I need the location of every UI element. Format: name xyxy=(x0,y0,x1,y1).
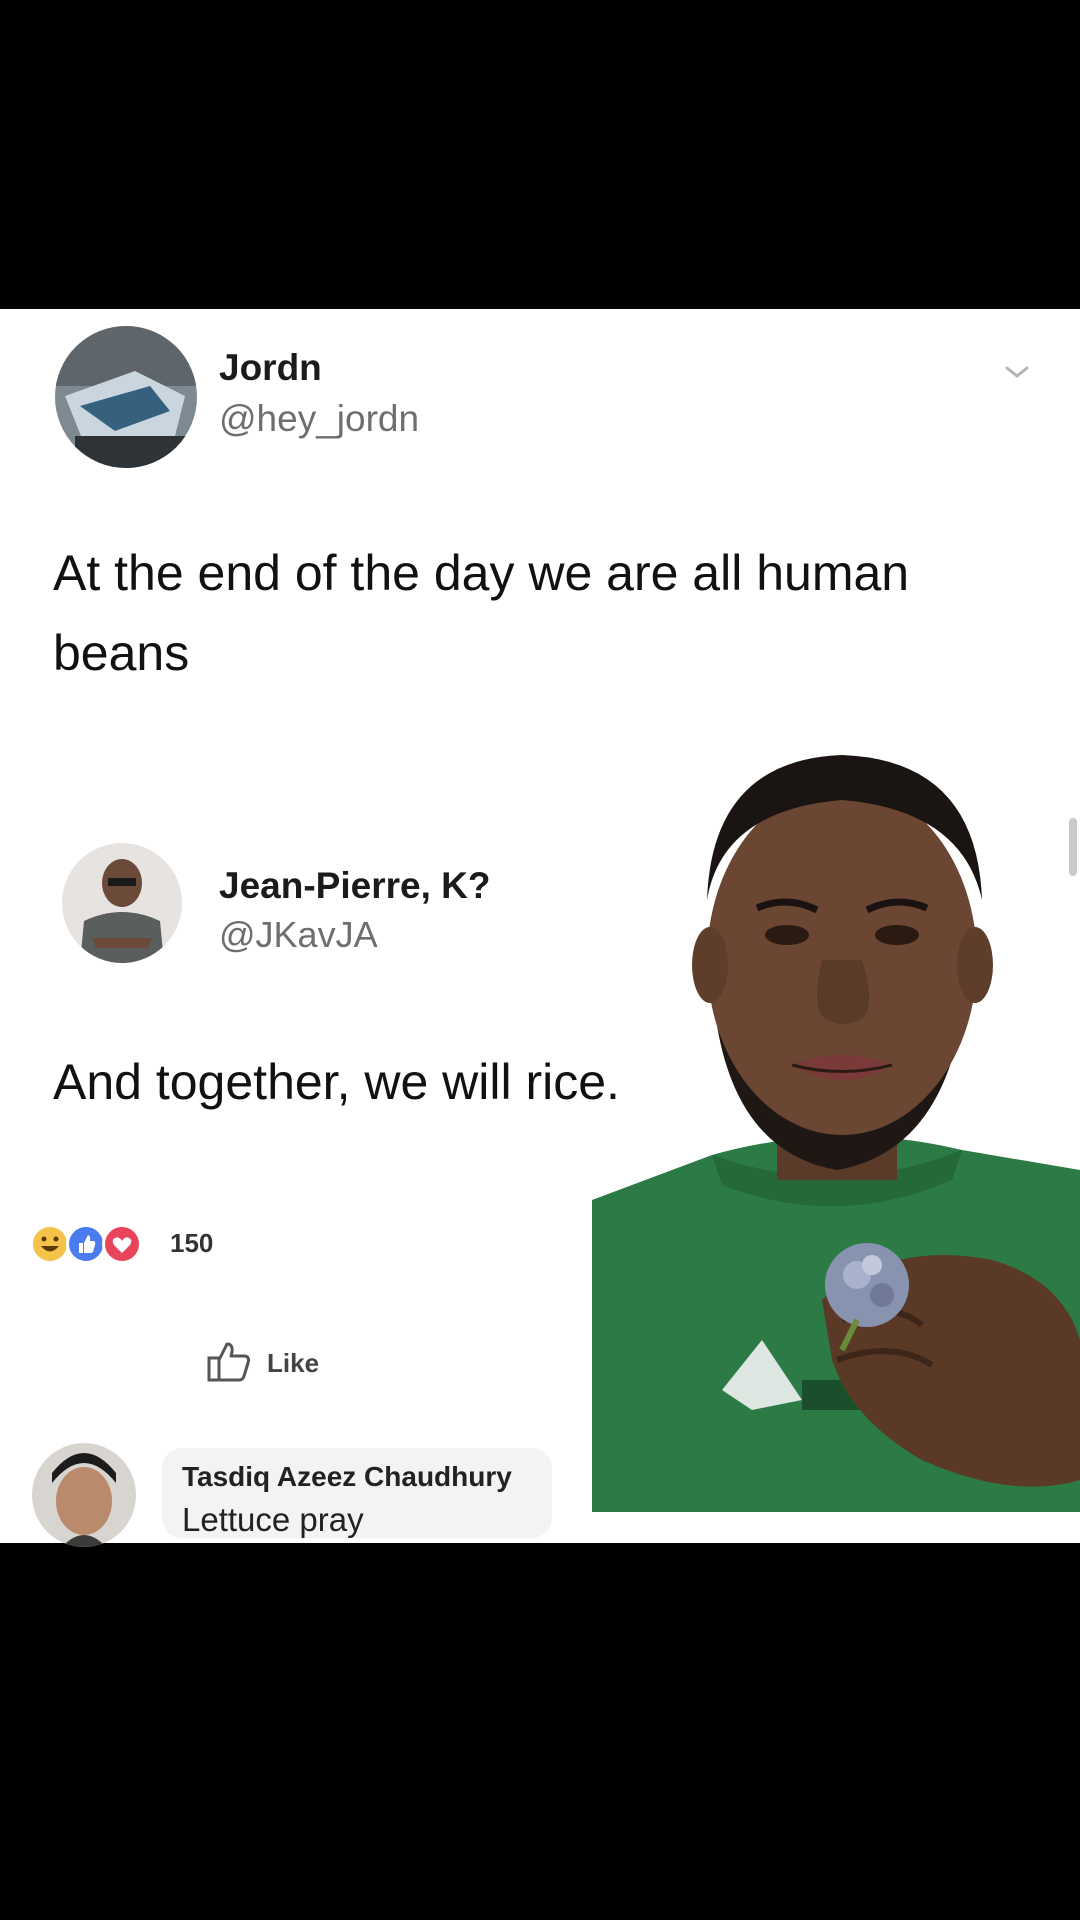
like-icon xyxy=(66,1224,106,1264)
chevron-down-icon[interactable] xyxy=(1003,363,1031,381)
like-button[interactable]: Like xyxy=(205,1335,319,1391)
author-handle[interactable]: @hey_jordn xyxy=(219,398,419,440)
commenter-avatar[interactable] xyxy=(32,1443,136,1547)
overlay-person-photo xyxy=(592,700,1080,1512)
reaction-count: 150 xyxy=(170,1228,214,1258)
commenter-name[interactable]: Tasdiq Azeez Chaudhury xyxy=(182,1461,512,1493)
haha-icon xyxy=(30,1224,70,1264)
comment-text: Lettuce pray xyxy=(182,1501,364,1538)
reply-text: And together, we will rice. xyxy=(53,1054,620,1110)
love-icon xyxy=(102,1224,142,1264)
author-name[interactable]: Jordn xyxy=(219,347,322,389)
like-label: Like xyxy=(267,1347,320,1378)
reply-author-handle[interactable]: @JKavJA xyxy=(219,914,378,956)
reply-author-name[interactable]: Jean-Pierre, K? xyxy=(219,865,490,907)
post-text: At the end of the day we are all human b… xyxy=(53,545,910,681)
reply-author-avatar[interactable] xyxy=(62,843,182,963)
author-avatar[interactable] xyxy=(55,326,197,468)
thumbs-up-icon xyxy=(205,1336,255,1391)
